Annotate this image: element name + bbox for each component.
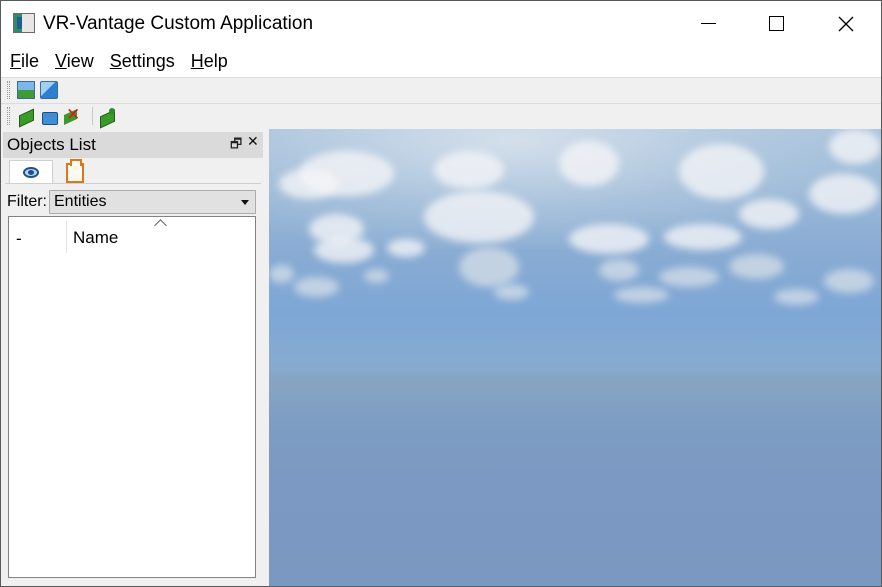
- toolbar-view: [1, 77, 881, 102]
- cloud: [424, 191, 534, 243]
- app-icon: [13, 13, 35, 33]
- export-object-icon[interactable]: [99, 107, 117, 125]
- cloud: [824, 269, 874, 293]
- filter-row: Filter: Entities: [7, 190, 257, 214]
- maximize-icon: [768, 16, 784, 31]
- menu-bar: File View Settings Help: [1, 46, 881, 77]
- tab-divider: [5, 183, 261, 184]
- panel-tabs: [5, 159, 261, 184]
- maximize-button[interactable]: [747, 1, 805, 46]
- blue-object-icon[interactable]: [40, 107, 58, 125]
- cloud: [599, 259, 639, 281]
- cloud: [314, 237, 374, 263]
- cloud: [459, 247, 519, 287]
- cloud: [774, 289, 819, 305]
- close-icon: [838, 16, 854, 31]
- column-separator[interactable]: [66, 221, 67, 253]
- cloud: [494, 284, 529, 300]
- cloud: [279, 169, 339, 199]
- cloud: [679, 144, 764, 199]
- window-title: VR-Vantage Custom Application: [43, 13, 314, 34]
- toolbar-separator: [92, 107, 93, 125]
- menu-settings[interactable]: Settings: [110, 51, 175, 72]
- objects-list-panel: Objects List 🗗 ✕ Filter: Entities - Name: [1, 129, 263, 586]
- toolbar-grip[interactable]: [7, 81, 10, 99]
- eye-icon: [23, 167, 39, 178]
- close-panel-icon[interactable]: ✕: [247, 133, 259, 150]
- picture-icon[interactable]: [17, 81, 35, 99]
- cloud: [269, 265, 294, 283]
- cloud: [364, 269, 389, 283]
- green-object-icon[interactable]: [17, 107, 35, 125]
- delete-object-icon[interactable]: [63, 105, 81, 125]
- minimize-icon: [700, 23, 716, 24]
- cloud: [659, 267, 719, 287]
- chevron-down-icon: [241, 200, 249, 205]
- list-header: - Name: [9, 217, 255, 255]
- horizon-haze: [269, 369, 881, 399]
- cloud: [294, 277, 339, 297]
- cloud: [614, 287, 669, 303]
- sort-ascending-icon: [154, 219, 167, 232]
- objects-list[interactable]: - Name: [8, 216, 256, 578]
- panel-title: Objects List: [7, 135, 96, 154]
- cloud: [569, 224, 649, 254]
- cloud: [739, 199, 799, 229]
- column-header-name[interactable]: Name: [73, 228, 118, 248]
- cloud: [829, 129, 881, 164]
- filter-select[interactable]: Entities: [49, 190, 256, 214]
- folder-icon: [66, 159, 84, 183]
- panel-header[interactable]: Objects List: [3, 132, 263, 158]
- picture-blue-icon[interactable]: [40, 81, 58, 99]
- cloud: [809, 174, 879, 214]
- toolbar-objects: [1, 103, 881, 128]
- tab-folders[interactable]: [53, 159, 97, 184]
- cloud: [434, 151, 504, 189]
- column-header-status[interactable]: -: [16, 229, 22, 249]
- float-panel-icon[interactable]: 🗗: [230, 135, 242, 157]
- app-window: VR-Vantage Custom Application File View …: [0, 0, 882, 587]
- cloud: [664, 224, 742, 250]
- menu-file[interactable]: File: [10, 51, 39, 72]
- tab-entities[interactable]: [9, 160, 53, 184]
- menu-help[interactable]: Help: [191, 51, 228, 72]
- cloud: [559, 141, 619, 186]
- close-button[interactable]: [817, 1, 875, 46]
- filter-value: Entities: [54, 193, 107, 210]
- title-bar[interactable]: VR-Vantage Custom Application: [1, 1, 881, 46]
- cloud: [729, 254, 784, 279]
- menu-view[interactable]: View: [55, 51, 94, 72]
- cloud: [387, 239, 425, 257]
- filter-label: Filter:: [7, 193, 47, 210]
- scene-viewport[interactable]: [269, 129, 881, 586]
- minimize-button[interactable]: [679, 1, 737, 46]
- toolbar-grip[interactable]: [7, 107, 10, 125]
